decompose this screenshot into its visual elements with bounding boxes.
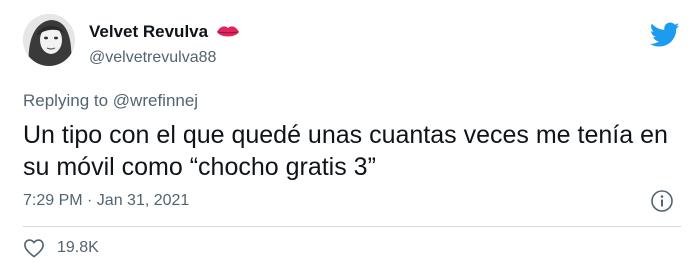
- replying-to-mention[interactable]: @wrefinnej: [113, 91, 198, 110]
- tweet-text: Un tipo con el que quedé unas cuantas ve…: [23, 121, 668, 181]
- author-handle[interactable]: @velvetrevulva88: [89, 49, 216, 67]
- divider: [23, 226, 681, 227]
- info-icon[interactable]: [650, 189, 674, 213]
- author-display-name[interactable]: Velvet Revulva: [89, 22, 208, 42]
- avatar[interactable]: [23, 14, 75, 66]
- like-count: 19.8K: [57, 239, 99, 256]
- heart-icon[interactable]: [23, 238, 45, 258]
- twitter-bird-icon[interactable]: [650, 22, 680, 48]
- tweet-timestamp[interactable]: 7:29 PM · Jan 31, 2021: [23, 192, 189, 210]
- lips-emoji-icon: [217, 26, 240, 37]
- replying-to-label: Replying to: [23, 91, 109, 110]
- replying-to-line: Replying to @wrefinnej: [23, 91, 198, 111]
- author-name-row[interactable]: Velvet Revulva: [89, 22, 240, 42]
- like-action[interactable]: 19.8K: [23, 238, 99, 258]
